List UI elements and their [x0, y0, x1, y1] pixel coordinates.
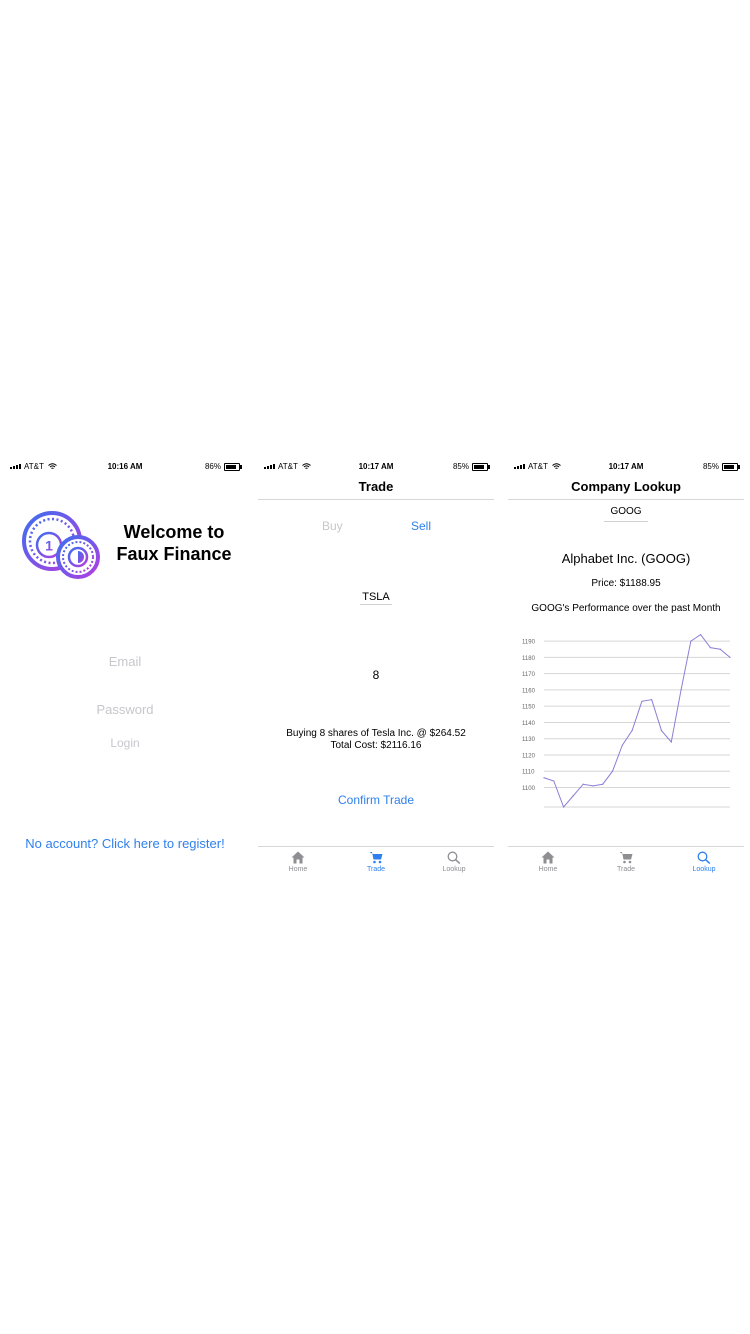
- coins-logo-icon: 1: [22, 511, 100, 579]
- data-point: [729, 656, 731, 658]
- y-tick-label: 1170: [522, 672, 536, 678]
- data-point: [543, 777, 545, 779]
- tab-bar: Home Trade Lookup: [258, 846, 494, 883]
- trade-summary: Buying 8 shares of Tesla Inc. @ $264.52 …: [258, 728, 494, 752]
- password-field[interactable]: Password: [4, 702, 246, 717]
- tab-lookup[interactable]: Lookup: [424, 851, 484, 873]
- svg-text:1: 1: [45, 538, 53, 554]
- tab-lookup[interactable]: Lookup: [674, 851, 734, 873]
- tab-trade[interactable]: Trade: [346, 851, 406, 873]
- y-tick-label: 1100: [522, 786, 536, 792]
- y-tick-label: 1130: [522, 737, 536, 743]
- ticker-input[interactable]: TSLA: [258, 591, 494, 605]
- tab-label: Home: [538, 866, 558, 873]
- battery-icon: [722, 462, 740, 471]
- data-point: [660, 729, 663, 732]
- ticker-search-input[interactable]: GOOG: [508, 506, 744, 522]
- y-tick-label: 1120: [522, 753, 536, 759]
- nav-divider: [508, 499, 744, 500]
- data-point: [572, 795, 574, 797]
- tab-label: Lookup: [442, 866, 466, 873]
- tab-label: Trade: [366, 866, 386, 873]
- tab-trade[interactable]: Trade: [596, 851, 656, 873]
- y-tick-label: 1190: [522, 640, 536, 646]
- page-title: Trade: [358, 479, 394, 494]
- login-button[interactable]: Login: [4, 736, 246, 750]
- login-screen: AT&T 10:16 AM 86% 1 Welcome to Faux Fina…: [4, 457, 246, 882]
- data-point: [641, 700, 643, 702]
- tab-label: Trade: [616, 866, 636, 873]
- tab-home[interactable]: Home: [268, 851, 328, 873]
- y-tick-label: 1150: [522, 705, 536, 711]
- battery-indicator: 85%: [702, 462, 740, 471]
- ticker-value: TSLA: [360, 591, 392, 605]
- summary-line-2: Total Cost: $2116.16: [330, 740, 422, 751]
- data-point: [611, 770, 614, 772]
- cart-icon: [619, 852, 633, 864]
- confirm-trade-button[interactable]: Confirm Trade: [258, 793, 494, 807]
- data-point: [602, 783, 604, 785]
- welcome-line-2: Faux Finance: [116, 544, 232, 564]
- data-point: [719, 648, 721, 650]
- y-tick-label: 1110: [522, 770, 535, 776]
- battery-indicator: 85%: [452, 462, 490, 471]
- search-icon: [447, 851, 461, 864]
- y-tick-label: 1160: [522, 688, 536, 694]
- performance-chart: 1100 1110 1120 1130 1140 1150 1160 1170 1180 1190: [522, 633, 731, 808]
- email-field[interactable]: Email: [4, 654, 246, 669]
- data-point: [562, 806, 565, 808]
- data-point: [621, 744, 623, 746]
- home-icon: [291, 851, 305, 864]
- battery-percent: 86%: [204, 462, 221, 471]
- data-point: [631, 729, 633, 732]
- battery-icon: [472, 462, 490, 471]
- data-point: [680, 689, 682, 691]
- sell-segment[interactable]: Sell: [411, 519, 431, 533]
- welcome-line-1: Welcome to: [123, 522, 225, 542]
- series-line: [543, 633, 731, 808]
- battery-icon: [224, 462, 242, 471]
- stock-price: Price: $1188.95: [591, 578, 661, 589]
- page-title: Company Lookup: [571, 479, 681, 494]
- buy-segment[interactable]: Buy: [322, 519, 343, 533]
- data-point: [709, 647, 712, 649]
- nav-divider: [258, 499, 494, 500]
- trade-screen: AT&T 10:17 AM 85% Trade Buy Sell TSLA 8 …: [258, 457, 494, 882]
- lookup-screen: AT&T 10:17 AM 85% Company Lookup GOOG Al…: [508, 457, 744, 882]
- home-icon: [541, 851, 555, 864]
- y-tick-label: 1180: [522, 656, 536, 662]
- quantity-input[interactable]: 8: [258, 668, 494, 682]
- search-icon: [697, 851, 711, 864]
- status-bar: AT&T 10:17 AM 85%: [258, 457, 494, 475]
- status-bar: AT&T 10:16 AM 86%: [4, 457, 246, 475]
- cart-icon: [369, 852, 383, 864]
- chart-title: GOOG's Performance over the past Month: [531, 603, 721, 614]
- welcome-heading: Welcome to Faux Finance: [114, 521, 234, 565]
- tab-bar: Home Trade Lookup: [508, 846, 744, 883]
- battery-percent: 85%: [702, 462, 719, 471]
- tab-label: Home: [288, 866, 308, 873]
- battery-percent: 85%: [452, 462, 469, 471]
- summary-line-1: Buying 8 shares of Tesla Inc. @ $264.52: [286, 728, 466, 739]
- data-point: [553, 780, 555, 782]
- y-tick-label: 1140: [522, 721, 536, 727]
- status-bar: AT&T 10:17 AM 85%: [508, 457, 744, 475]
- data-point: [582, 783, 584, 785]
- tab-label: Lookup: [692, 866, 716, 873]
- data-point: [651, 699, 653, 701]
- data-point: [700, 634, 702, 636]
- search-value: GOOG: [604, 506, 648, 522]
- company-name: Alphabet Inc. (GOOG): [561, 551, 691, 566]
- data-point: [592, 785, 594, 787]
- register-link[interactable]: No account? Click here to register!: [4, 836, 246, 851]
- battery-indicator: 86%: [204, 462, 242, 471]
- data-point: [690, 640, 692, 642]
- tab-home[interactable]: Home: [518, 851, 578, 873]
- data-point: [670, 741, 672, 743]
